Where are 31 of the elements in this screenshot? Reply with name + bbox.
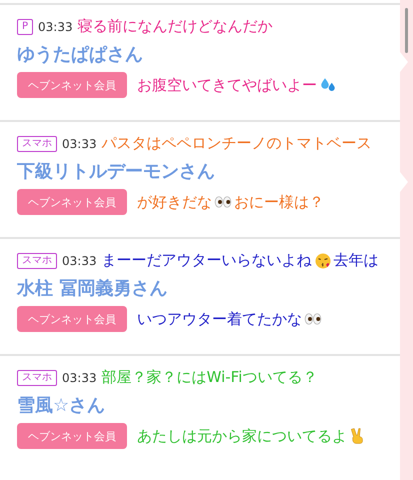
panel-notch: [400, 172, 408, 192]
post-time: 03:33: [38, 20, 73, 34]
device-tag: スマホ: [17, 136, 57, 152]
user-name[interactable]: 雪風☆さん: [17, 393, 396, 417]
handwritten-text: 去年は: [334, 251, 379, 270]
member-button[interactable]: ヘブンネット会員: [17, 306, 127, 332]
handwritten-text: いつアウター着てたかな: [137, 310, 302, 328]
water-drops-icon: [319, 76, 337, 94]
handwritten-text: 寝る前になんだけどなんだか: [78, 17, 273, 36]
handwritten-text: まーーだアウターいらないよね: [102, 251, 312, 270]
handwritten-text: 部屋？家？にはWi-Fiついてる？: [102, 368, 318, 387]
kissing-face-icon: [314, 252, 332, 270]
device-tag: スマホ: [17, 370, 57, 386]
user-name[interactable]: 下級リトルデーモンさん: [17, 159, 396, 183]
handwritten-text: パスタはペペロンチーノのトマトベース: [102, 134, 372, 153]
handwritten-text: あたしは元から家についてるよ: [137, 426, 347, 446]
scrollbar: [405, 8, 408, 53]
panel-notch: [400, 52, 408, 72]
member-button[interactable]: ヘブンネット会員: [17, 72, 127, 98]
post-time: 03:33: [62, 136, 97, 150]
post-time: 03:33: [62, 370, 97, 384]
user-name[interactable]: ゆうたぱぱさん: [17, 42, 396, 66]
post-time: 03:33: [62, 254, 97, 268]
device-tag: P: [17, 18, 34, 34]
member-button[interactable]: ヘブンネット会員: [17, 423, 127, 449]
handwritten-text: お腹空いてきてやばいよー: [137, 76, 317, 94]
device-tag: スマホ: [17, 252, 57, 268]
user-name[interactable]: 水柱 冨岡義勇さん: [17, 276, 396, 300]
handwritten-text: おにー様は？: [234, 192, 324, 212]
member-button[interactable]: ヘブンネット会員: [17, 189, 127, 215]
handwritten-text: が好きだな: [137, 192, 212, 212]
